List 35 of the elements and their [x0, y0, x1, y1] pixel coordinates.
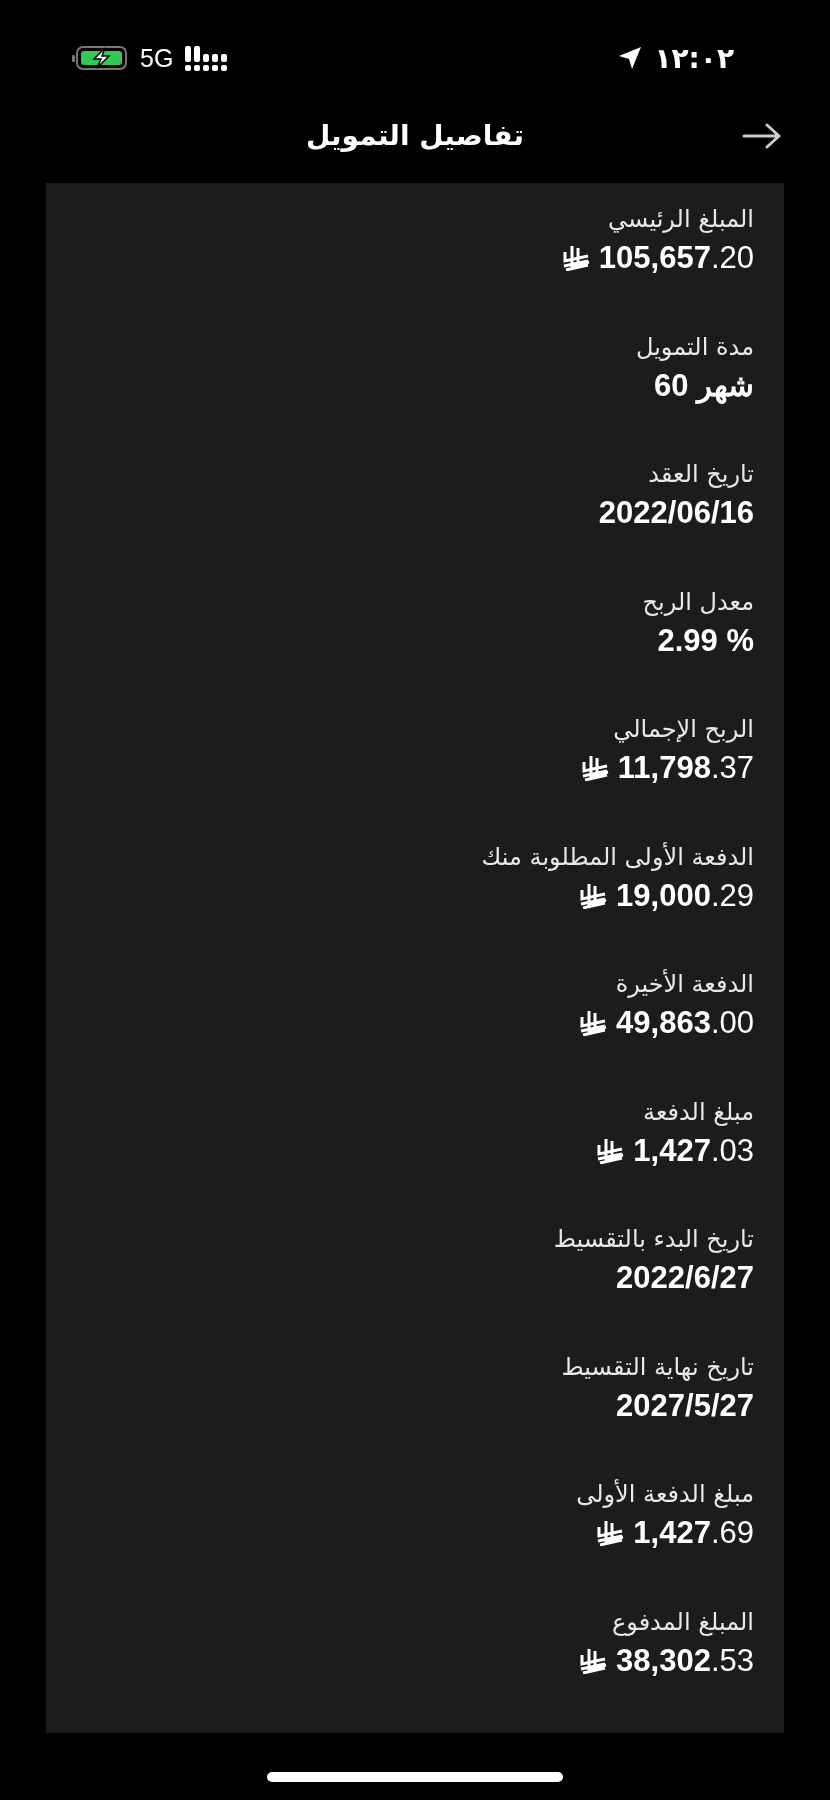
- riyal-icon: [595, 1137, 626, 1164]
- status-time: ١٢:٠٢: [654, 41, 734, 75]
- detail-value: 1,427.69: [633, 1514, 754, 1552]
- detail-value: 2022/06/16: [598, 494, 754, 532]
- detail-label: الدفعة الأولى المطلوبة منك: [481, 841, 754, 873]
- detail-label: المبلغ المدفوع: [611, 1606, 754, 1638]
- location-icon: [618, 46, 643, 70]
- riyal-icon: [595, 1520, 626, 1546]
- detail-label: مبلغ الدفعة: [643, 1096, 754, 1128]
- detail-value: 38,302.53: [616, 1641, 754, 1680]
- detail-label: معدل الربح: [642, 586, 754, 618]
- detail-label: الدفعة الأخيرة: [615, 968, 754, 1000]
- detail-label: تاريخ البدء بالتقسيط: [553, 1224, 754, 1255]
- detail-label: مبلغ الدفعة الأولى: [576, 1478, 754, 1510]
- page-title: تفاصيل التمويل: [306, 119, 524, 152]
- signal-icon: [185, 44, 228, 72]
- detail-value: 105,657.20: [598, 239, 754, 277]
- detail-value: 2027/5/27: [616, 1386, 754, 1425]
- detail-label: المبلغ الرئيسي: [608, 204, 754, 235]
- riyal-icon: [578, 1647, 609, 1674]
- detail-label: مدة التمويل: [636, 331, 754, 363]
- detail-label: الربح الإجمالي: [613, 714, 754, 745]
- riyal-icon: [578, 882, 609, 909]
- riyal-icon: [578, 1010, 609, 1036]
- detail-value: 49,863.00: [616, 1004, 754, 1042]
- detail-label: تاريخ العقد: [648, 459, 754, 490]
- detail-label: تاريخ نهاية التقسيط: [561, 1351, 754, 1383]
- arrow-icon[interactable]: [742, 122, 782, 150]
- detail-value: 60 شهر: [653, 366, 754, 406]
- detail-value: 11,798.37: [617, 749, 754, 787]
- detail-value: 19,000.29: [616, 876, 754, 915]
- detail-value: 2.99 %: [657, 621, 754, 660]
- network-label: 5G: [140, 43, 174, 73]
- detail-value: 2022/6/27: [616, 1259, 754, 1297]
- detail-value: 1,427.03: [633, 1131, 754, 1170]
